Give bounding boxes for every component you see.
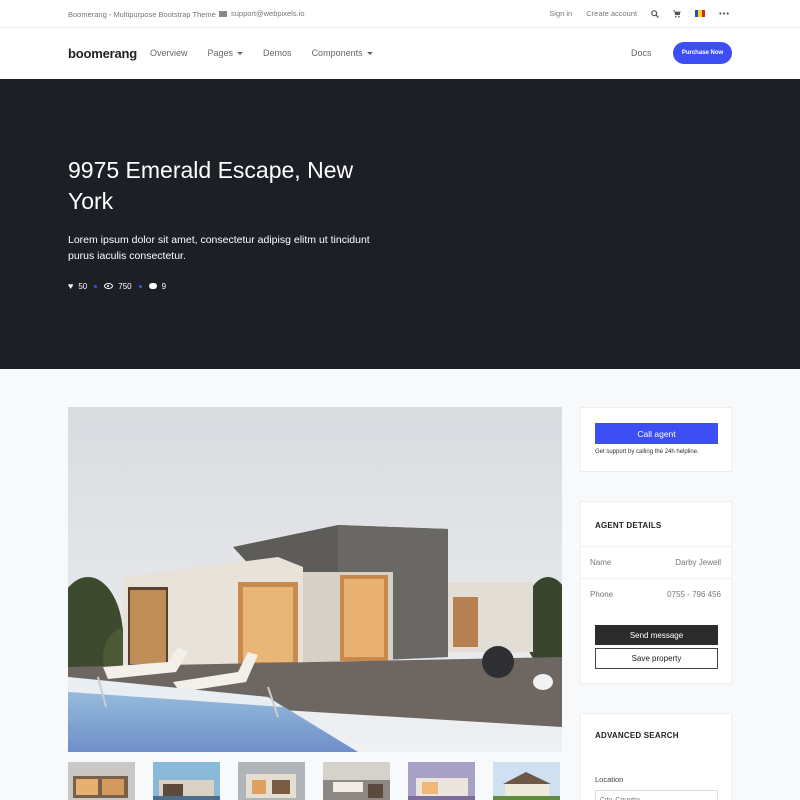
stat-separator xyxy=(94,284,98,288)
thumbnail-image[interactable] xyxy=(493,762,560,800)
location-label: Location xyxy=(595,775,624,784)
phone-label: Phone xyxy=(590,590,614,599)
chevron-down-icon xyxy=(366,52,373,56)
thumbnail-image[interactable] xyxy=(238,762,305,800)
thumbnail-image[interactable] xyxy=(68,762,135,800)
property-main-image[interactable] xyxy=(68,407,562,752)
phone-value: 0755 - 796 456 xyxy=(667,590,721,599)
call-agent-card: Call agent Get support by calling the 24… xyxy=(580,407,732,472)
support-email-text: support@webpixels.io xyxy=(231,9,305,18)
nav-components-label: Components xyxy=(311,48,363,58)
search-icon[interactable] xyxy=(651,9,659,18)
top-bar: Boomerang - Multipurpose Bootstrap Theme… xyxy=(0,0,800,28)
agent-phone-row: Phone 0755 - 796 456 xyxy=(581,578,731,609)
thumbnail-image[interactable] xyxy=(153,762,220,800)
nav-docs[interactable]: Docs xyxy=(631,48,652,58)
advanced-search-card: ADVANCED SEARCH Location xyxy=(580,713,732,800)
property-description: Lorem ipsum dolor sit amet, consectetur … xyxy=(68,234,370,262)
heart-icon: ♥ xyxy=(68,281,74,291)
agent-details-card: AGENT DETAILS Name Darby Jewell Phone 07… xyxy=(580,501,732,684)
views-count: 750 xyxy=(118,281,132,291)
brand-logo[interactable]: boomerang xyxy=(68,46,137,61)
call-agent-button[interactable]: Call agent xyxy=(595,423,718,444)
hero-section: 9975 Emerald Escape, New York Lorem ipsu… xyxy=(0,79,800,369)
eye-icon xyxy=(104,283,114,289)
name-label: Name xyxy=(590,558,612,567)
name-value: Darby Jewell xyxy=(675,558,721,567)
envelope-icon xyxy=(219,10,227,17)
comments-stat: 9 xyxy=(148,281,167,291)
nav-demos[interactable]: Demos xyxy=(263,48,292,58)
nav-overview[interactable]: Overview xyxy=(150,48,188,58)
sign-in-link[interactable]: Sign in xyxy=(549,9,572,18)
thumbnail-image[interactable] xyxy=(408,762,475,800)
cart-icon[interactable] xyxy=(673,9,681,18)
likes-count: 50 xyxy=(78,281,88,291)
create-account-link[interactable]: Create account xyxy=(586,9,637,18)
agent-details-title: AGENT DETAILS xyxy=(595,521,662,530)
more-icon[interactable]: ••• xyxy=(719,9,730,18)
comments-count: 9 xyxy=(161,281,167,291)
topbar-right: Sign in Create account ••• xyxy=(549,9,730,18)
language-flag-icon[interactable] xyxy=(695,10,706,17)
purchase-button[interactable]: Purchase Now xyxy=(673,42,732,64)
house-illustration xyxy=(68,407,562,752)
property-title: 9975 Emerald Escape, New York xyxy=(68,157,354,214)
thumbnail-image[interactable] xyxy=(323,762,390,800)
views-stat: 750 xyxy=(104,281,132,291)
chevron-down-icon xyxy=(237,52,244,56)
advanced-search-title: ADVANCED SEARCH xyxy=(595,731,679,740)
send-message-button[interactable]: Send message xyxy=(595,625,718,645)
save-property-button[interactable]: Save property xyxy=(595,648,718,669)
likes-stat: ♥ 50 xyxy=(68,281,87,291)
location-input[interactable] xyxy=(595,790,718,800)
nav-components[interactable]: Components xyxy=(312,48,373,58)
helpline-note: Get support by calling the 24h helpline. xyxy=(595,449,699,455)
topbar-brand-text: Boomerang - Multipurpose Bootstrap Theme xyxy=(68,10,216,19)
agent-name-row: Name Darby Jewell xyxy=(581,546,731,577)
image-thumbnails xyxy=(68,762,560,800)
stat-separator xyxy=(138,284,142,288)
property-stats: ♥ 50 750 9 xyxy=(68,281,166,291)
support-email-link[interactable]: support@webpixels.io xyxy=(219,9,304,18)
nav-pages-label: Pages xyxy=(207,48,234,58)
comment-icon xyxy=(148,283,157,289)
main-navbar: boomerang Overview Pages Demos Component… xyxy=(0,28,800,79)
nav-links: Overview Pages Demos Components xyxy=(150,48,373,58)
nav-pages[interactable]: Pages xyxy=(208,48,244,58)
